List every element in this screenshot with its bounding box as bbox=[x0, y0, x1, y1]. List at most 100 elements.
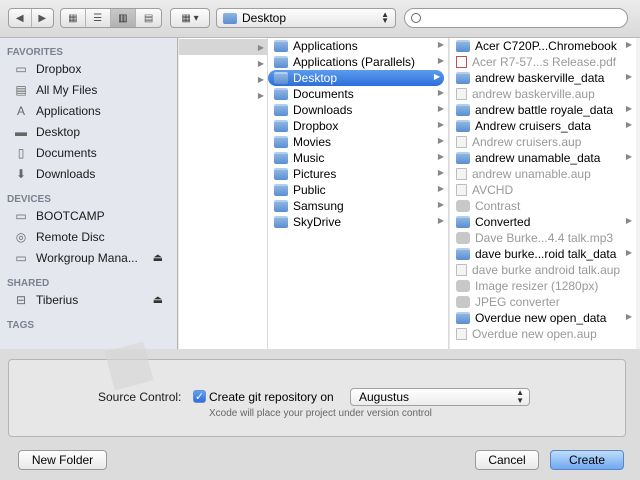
git-repository-checkbox-label[interactable]: Create git repository on bbox=[209, 390, 334, 404]
sidebar-item-label: Dropbox bbox=[36, 61, 82, 76]
folder-row[interactable]: Converted ▶ bbox=[450, 214, 636, 230]
sidebar-item-bootcamp[interactable]: ▭ BOOTCAMP bbox=[0, 205, 177, 226]
item-label: Acer R7-57...s Release.pdf bbox=[472, 55, 617, 69]
git-repository-checkbox[interactable]: ✓ bbox=[193, 390, 206, 403]
disclosure-arrow-icon: ▶ bbox=[437, 184, 444, 193]
folder-row[interactable]: Applications ▶ bbox=[268, 38, 448, 54]
drive-icon: ▭ bbox=[15, 208, 27, 223]
folder-row[interactable]: andrew baskerville_data ▶ bbox=[450, 70, 636, 86]
column-desktop: Acer C720P...Chromebook ▶ Acer R7-57...s R… bbox=[450, 38, 636, 349]
folder-row[interactable]: Applications (Parallels) ▶ bbox=[268, 54, 448, 70]
folder-icon bbox=[456, 312, 470, 324]
column-home: Applications ▶ Applications (Parallels) ▶ De… bbox=[268, 38, 449, 349]
item-label: Applications (Parallels) bbox=[293, 55, 416, 69]
column-scrollbar[interactable] bbox=[636, 38, 640, 349]
source-control-hint: Xcode will place your project under vers… bbox=[209, 408, 432, 419]
tags-header: TAGS bbox=[7, 320, 35, 331]
disclosure-arrow-icon: ▶ bbox=[437, 104, 444, 113]
cancel-button[interactable]: Cancel bbox=[475, 450, 539, 470]
search-icon bbox=[411, 13, 421, 23]
search-field[interactable] bbox=[404, 8, 628, 28]
folder-row[interactable]: Documents ▶ bbox=[268, 86, 448, 102]
updown-icon: ▲ ▼ bbox=[381, 10, 389, 25]
item-label: Downloads bbox=[293, 103, 353, 117]
item-label: Public bbox=[293, 183, 326, 197]
folder-row[interactable]: Desktop ▶ bbox=[268, 70, 444, 86]
sidebar-item-dropbox[interactable]: ▭ Dropbox bbox=[0, 58, 177, 79]
folder-row[interactable]: Public ▶ bbox=[268, 182, 448, 198]
item-label: Movies bbox=[293, 135, 332, 149]
eject-icon[interactable]: ⏏ bbox=[153, 293, 163, 306]
folder-row[interactable]: Dropbox ▶ bbox=[268, 118, 448, 134]
downloads-icon: ⬇ bbox=[15, 166, 27, 181]
folder-row[interactable]: Music ▶ bbox=[268, 150, 448, 166]
drive-icon: ▭ bbox=[15, 250, 27, 265]
eject-icon[interactable]: ⏏ bbox=[153, 251, 163, 264]
back-button[interactable]: ◀ bbox=[9, 9, 32, 27]
file-row[interactable]: JPEG converter bbox=[450, 294, 636, 310]
item-label: Andrew cruisers_data bbox=[475, 119, 592, 133]
folder-row[interactable]: Samsung ▶ bbox=[268, 198, 448, 214]
coverflow-view-button[interactable]: ▤ bbox=[136, 9, 161, 27]
search-input[interactable] bbox=[426, 11, 616, 25]
folder-icon bbox=[274, 40, 288, 52]
sidebar-item-desktop[interactable]: ▬ Desktop bbox=[0, 121, 177, 142]
list-view-button[interactable]: ☰ bbox=[86, 9, 111, 27]
source-control-label: Source Control: bbox=[98, 390, 182, 404]
item-label: AVCHD bbox=[472, 183, 514, 197]
folder-row[interactable]: Pictures ▶ bbox=[268, 166, 448, 182]
folder-icon bbox=[274, 168, 288, 180]
folder-row[interactable]: andrew unamable_data ▶ bbox=[450, 150, 636, 166]
item-label: SkyDrive bbox=[293, 215, 342, 229]
folder-icon bbox=[456, 248, 470, 260]
file-row[interactable]: Acer R7-57...s Release.pdf bbox=[450, 54, 636, 70]
file-row[interactable]: AVCHD bbox=[450, 182, 636, 198]
folder-row[interactable]: Acer C720P...Chromebook ▶ bbox=[450, 38, 636, 54]
file-row[interactable]: Overdue new open.aup bbox=[450, 326, 636, 342]
file-row[interactable]: andrew unamable.aup bbox=[450, 166, 636, 182]
folder-row[interactable]: andrew battle royale_data ▶ bbox=[450, 102, 636, 118]
sidebar-item-label: Applications bbox=[36, 103, 101, 118]
icon-view-button[interactable]: ▦ bbox=[61, 9, 86, 27]
folder-row[interactable]: SkyDrive ▶ bbox=[268, 214, 448, 230]
folder-row[interactable]: dave burke...roid talk_data ▶ bbox=[450, 246, 636, 262]
sidebar-item-tiberius[interactable]: ⊟ Tiberius ⏏ bbox=[0, 289, 177, 310]
disclosure-arrow-icon: ▶ bbox=[625, 120, 632, 129]
sidebar-item-label: Downloads bbox=[36, 166, 96, 181]
location-popup[interactable]: Desktop ▲ ▼ bbox=[216, 8, 396, 28]
parent-selected-row[interactable] bbox=[179, 39, 267, 55]
forward-button[interactable]: ▶ bbox=[32, 9, 54, 27]
create-button[interactable]: Create bbox=[550, 450, 624, 470]
item-label: Applications bbox=[293, 39, 358, 53]
folder-row[interactable]: Movies ▶ bbox=[268, 134, 448, 150]
repository-popup[interactable]: Augustus ▲ ▼ bbox=[350, 388, 530, 406]
folder-row[interactable]: Downloads ▶ bbox=[268, 102, 448, 118]
disclosure-arrow-icon: ▶ bbox=[625, 104, 632, 113]
disclosure-arrow-icon: ▶ bbox=[625, 312, 632, 321]
folder-icon bbox=[274, 120, 288, 132]
arrange-button[interactable]: ▦ ▾ bbox=[170, 8, 210, 28]
file-row[interactable]: andrew baskerville.aup bbox=[450, 86, 636, 102]
item-label: Converted bbox=[475, 215, 531, 229]
folder-row[interactable]: Andrew cruisers_data ▶ bbox=[450, 118, 636, 134]
network-icon: ⊟ bbox=[15, 292, 27, 307]
folder-row[interactable]: Overdue new open_data ▶ bbox=[450, 310, 636, 326]
file-row[interactable]: Andrew cruisers.aup bbox=[450, 134, 636, 150]
sidebar-item-remote-disc[interactable]: ◎ Remote Disc bbox=[0, 226, 177, 247]
sidebar-item-workgroup-mana[interactable]: ▭ Workgroup Mana... ⏏ bbox=[0, 247, 177, 268]
shared-list: ⊟ Tiberius ⏏ bbox=[0, 289, 177, 310]
column-view-button[interactable]: ▥ bbox=[110, 9, 137, 27]
sidebar-item-downloads[interactable]: ⬇ Downloads bbox=[0, 163, 177, 184]
new-folder-button[interactable]: New Folder bbox=[18, 450, 107, 470]
sidebar-item-documents[interactable]: ▯ Documents bbox=[0, 142, 177, 163]
disclosure-arrow-icon: ▶ bbox=[437, 152, 444, 161]
file-row[interactable]: Dave Burke...4.4 talk.mp3 bbox=[450, 230, 636, 246]
file-row[interactable]: dave burke android talk.aup bbox=[450, 262, 636, 278]
file-row[interactable]: Contrast bbox=[450, 198, 636, 214]
file-row[interactable]: Image resizer (1280px) bbox=[450, 278, 636, 294]
item-label: andrew baskerville_data bbox=[475, 71, 605, 85]
sidebar-item-all-my-files[interactable]: ▤ All My Files bbox=[0, 79, 177, 100]
list-view-icon: ☰ bbox=[93, 12, 103, 24]
sidebar-item-applications[interactable]: A Applications bbox=[0, 100, 177, 121]
sidebar-item-label: All My Files bbox=[36, 82, 98, 97]
